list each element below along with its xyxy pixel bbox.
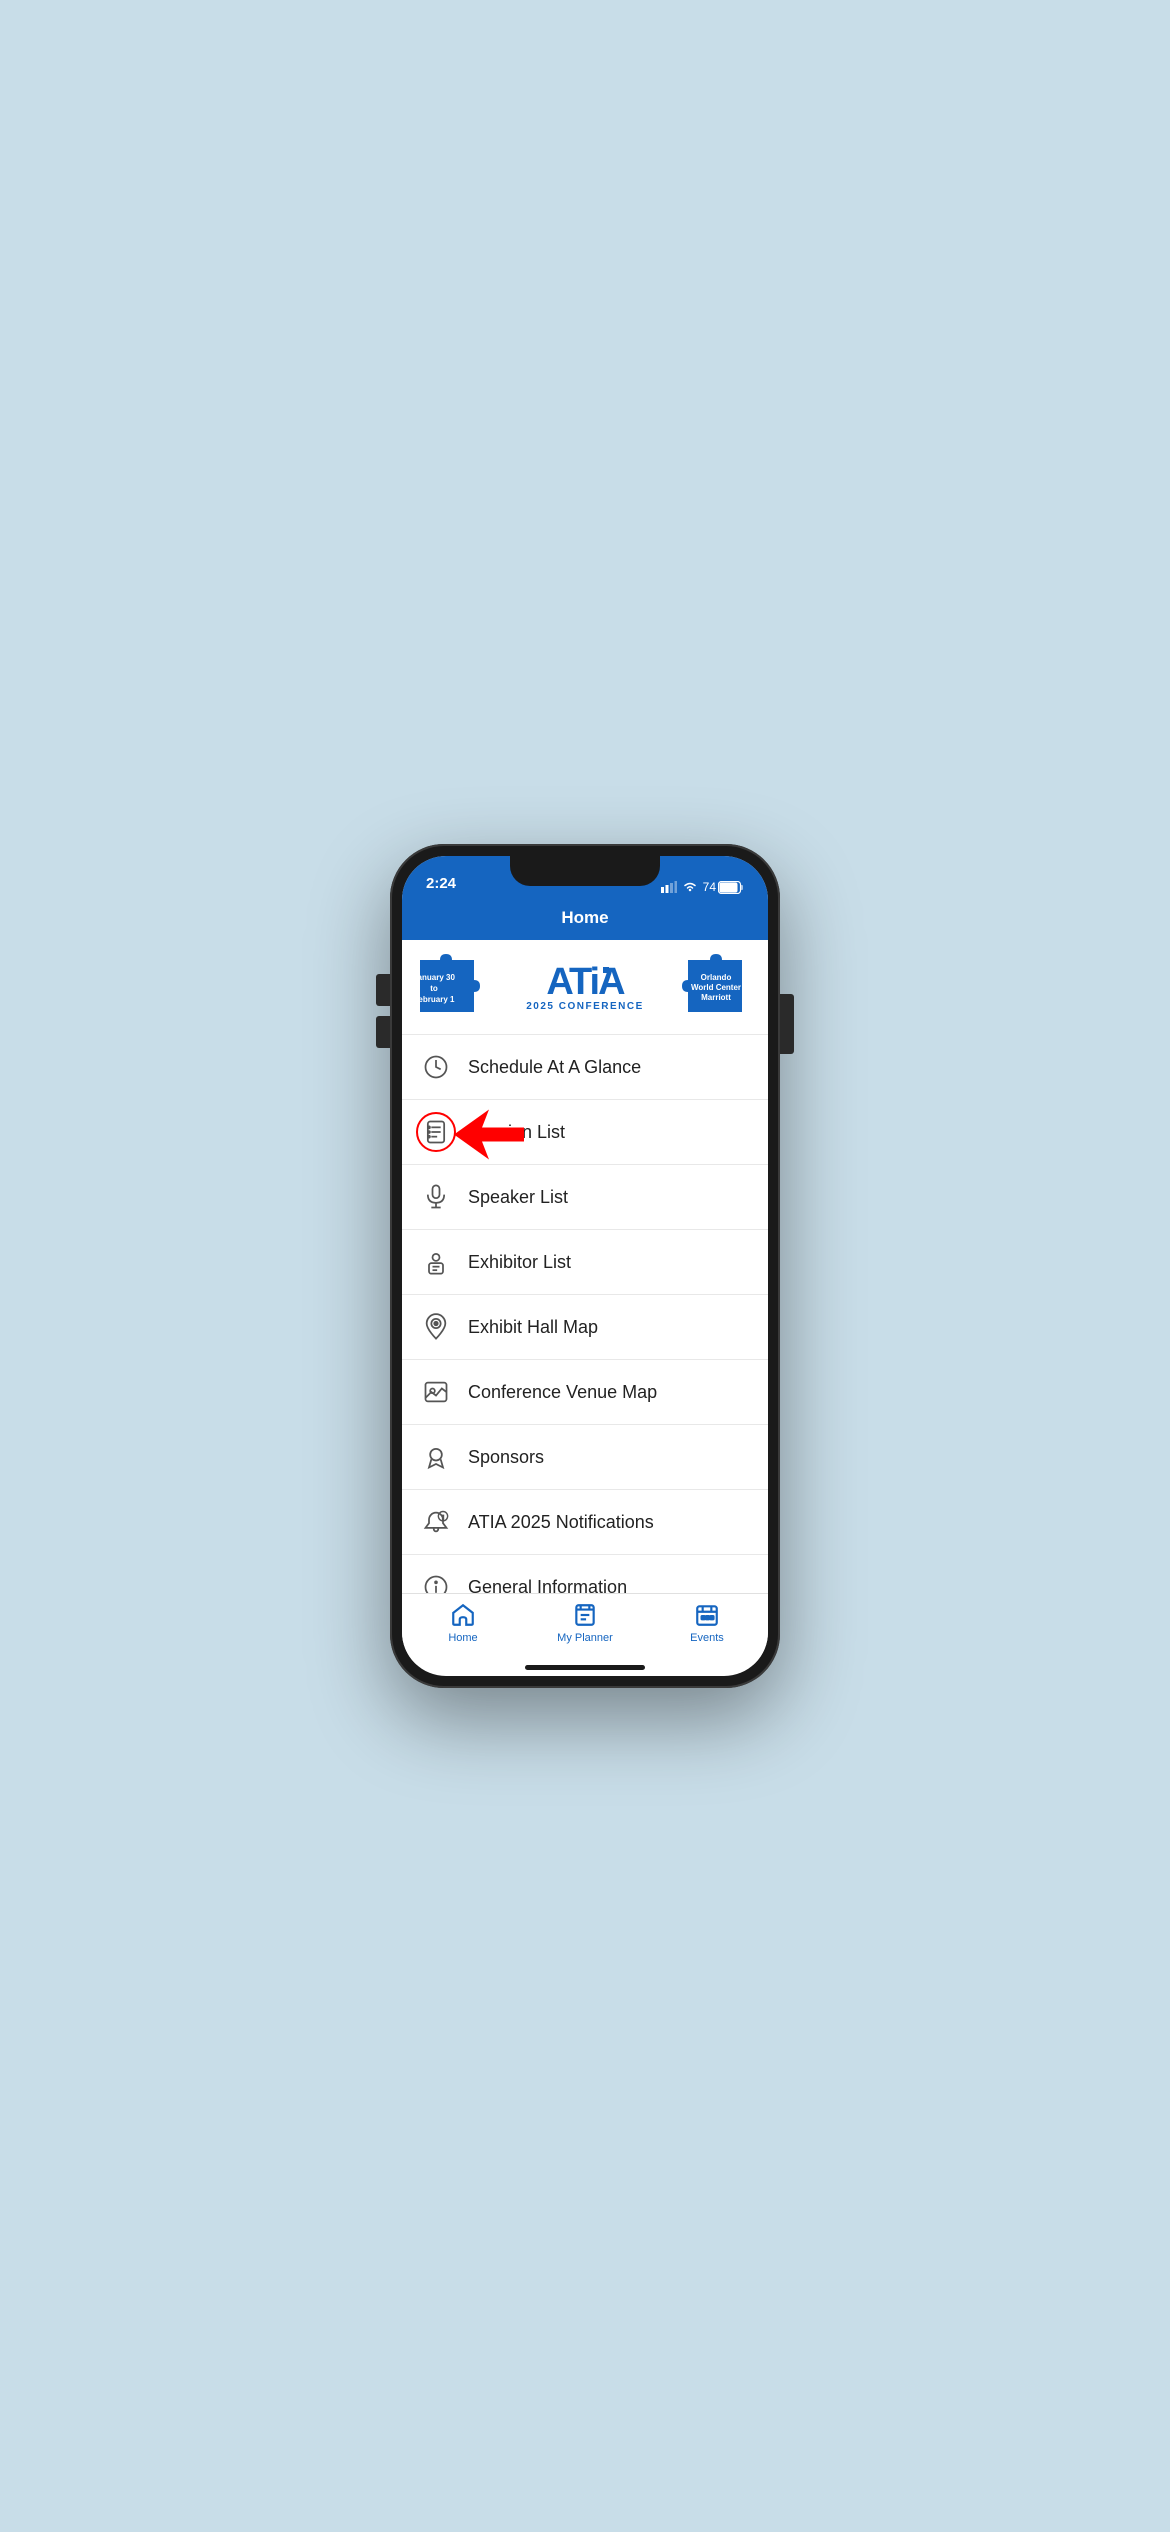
svg-text:Orlando: Orlando xyxy=(701,973,732,982)
puzzle-right-icon: Orlando World Center Marriott xyxy=(678,952,750,1020)
conference-logo: ATi A 2025 CONFERENCE xyxy=(492,963,678,1012)
svg-text:January 30: January 30 xyxy=(413,973,455,982)
tab-bar: Home My Planner xyxy=(402,1593,768,1665)
menu-label-sponsors: Sponsors xyxy=(468,1447,544,1468)
menu-label-speaker: Speaker List xyxy=(468,1187,568,1208)
microphone-icon xyxy=(418,1179,454,1215)
menu-label-schedule: Schedule At A Glance xyxy=(468,1057,641,1078)
home-indicator xyxy=(525,1665,645,1670)
volume-down-button[interactable] xyxy=(376,1016,390,1048)
pin-icon xyxy=(418,1309,454,1345)
menu-label-general-info: General Information xyxy=(468,1577,627,1594)
session-list-icon-wrapper xyxy=(418,1114,454,1150)
battery-level: 74 xyxy=(703,880,716,894)
menu-item-notifications[interactable]: ! ATIA 2025 Notifications xyxy=(402,1490,768,1555)
status-time: 2:24 xyxy=(426,875,456,894)
menu-item-session-list[interactable]: Session List xyxy=(402,1100,768,1165)
tab-planner[interactable]: My Planner xyxy=(545,1602,625,1644)
puzzle-left-icon: January 30 to February 1 xyxy=(412,952,484,1020)
svg-text:to: to xyxy=(430,984,438,993)
menu-label-session-list: Session List xyxy=(468,1122,565,1143)
header-title: Home xyxy=(561,908,608,927)
clock-icon xyxy=(418,1049,454,1085)
tab-events[interactable]: Events xyxy=(667,1602,747,1644)
conference-banner: January 30 to February 1 ATi A 2025 CO xyxy=(402,940,768,1035)
battery-icon xyxy=(718,881,744,894)
phone-frame: 2:24 74 xyxy=(390,844,780,1688)
phone-screen: 2:24 74 xyxy=(402,856,768,1676)
banner-puzzle-left: January 30 to February 1 xyxy=(412,952,492,1022)
app-header: Home xyxy=(402,900,768,940)
map-icon xyxy=(418,1374,454,1410)
menu-label-exhibit-map: Exhibit Hall Map xyxy=(468,1317,598,1338)
tab-planner-label: My Planner xyxy=(557,1632,613,1644)
status-icons: 74 xyxy=(661,880,744,894)
volume-up-button[interactable] xyxy=(376,974,390,1006)
menu-label-exhibitor: Exhibitor List xyxy=(468,1252,571,1273)
menu-item-schedule[interactable]: Schedule At A Glance xyxy=(402,1035,768,1100)
menu-item-exhibit-map[interactable]: Exhibit Hall Map xyxy=(402,1295,768,1360)
menu-item-general-info[interactable]: General Information xyxy=(402,1555,768,1593)
main-content: January 30 to February 1 ATi A 2025 CO xyxy=(402,940,768,1593)
banner-puzzle-right: Orlando World Center Marriott xyxy=(678,952,758,1022)
tab-events-label: Events xyxy=(690,1632,724,1644)
tab-home-label: Home xyxy=(448,1632,477,1644)
battery-indicator: 74 xyxy=(703,880,744,894)
notch xyxy=(510,856,660,886)
svg-text:Marriott: Marriott xyxy=(701,993,731,1002)
menu-label-notifications: ATIA 2025 Notifications xyxy=(468,1512,654,1533)
session-list-highlight-circle xyxy=(416,1112,456,1152)
logo-subtitle: 2025 CONFERENCE xyxy=(497,1001,673,1012)
svg-text:World Center: World Center xyxy=(691,983,741,992)
menu-item-venue-map[interactable]: Conference Venue Map xyxy=(402,1360,768,1425)
menu-item-sponsors[interactable]: Sponsors xyxy=(402,1425,768,1490)
events-tab-icon xyxy=(694,1602,720,1628)
award-icon xyxy=(418,1439,454,1475)
wifi-icon xyxy=(682,881,698,893)
logo-text: ATi xyxy=(546,963,598,1001)
power-button[interactable] xyxy=(780,994,794,1054)
menu-label-venue-map: Conference Venue Map xyxy=(468,1382,657,1403)
home-tab-icon xyxy=(450,1602,476,1628)
bell-icon: ! xyxy=(418,1504,454,1540)
menu-item-exhibitor[interactable]: Exhibitor List xyxy=(402,1230,768,1295)
planner-tab-icon xyxy=(572,1602,598,1628)
svg-text:February 1: February 1 xyxy=(414,995,455,1004)
info-icon xyxy=(418,1569,454,1593)
signal-icon xyxy=(661,881,677,893)
tab-home[interactable]: Home xyxy=(423,1602,503,1644)
menu-item-speaker[interactable]: Speaker List xyxy=(402,1165,768,1230)
person-badge-icon xyxy=(418,1244,454,1280)
